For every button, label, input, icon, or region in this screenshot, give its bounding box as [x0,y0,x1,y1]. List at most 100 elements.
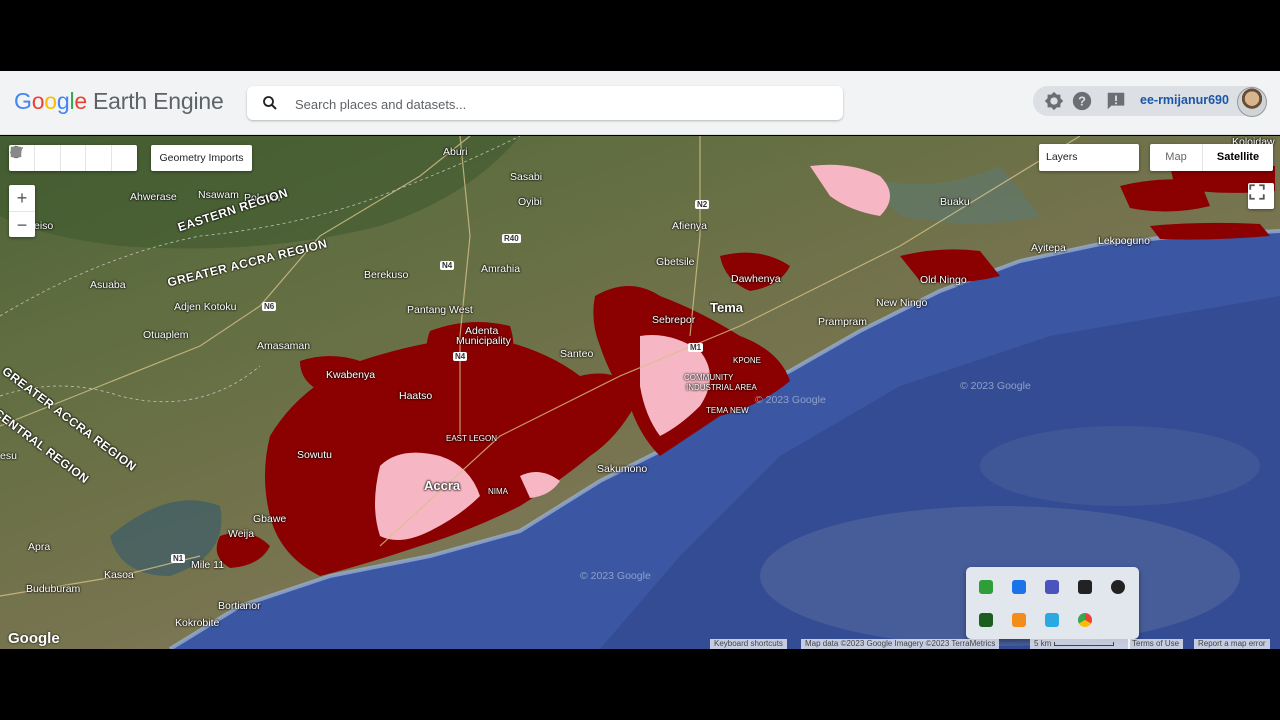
google-logo: Google [8,630,60,647]
brightness-icon[interactable] [1043,90,1065,112]
map-label: Berekuso [364,269,409,281]
map-label: EAST LEGON [446,434,497,443]
zoom-out-button[interactable]: − [9,212,35,238]
scale-label: 5 km [1034,639,1052,648]
avatar[interactable] [1237,87,1267,117]
map-label: Amasaman [257,340,311,352]
search-icon [263,96,277,110]
road-shield: M1 [688,343,704,352]
marker-icon[interactable] [11,145,61,171]
app-orange-icon[interactable] [1012,613,1026,627]
username[interactable]: ee-rmijanur690 [1140,93,1229,107]
map-label: Sebrepor [652,314,696,326]
map-label: Buaku [940,196,970,208]
map-label: Otuaplem [143,329,189,341]
rectangle-icon[interactable] [10,145,137,171]
map-label: COMMUNITY [684,373,734,382]
feedback-icon[interactable] [1105,90,1127,112]
map-label: Asuaba [90,279,126,291]
header: GoogleEarth Engine ? ee-rmijanur690 [0,71,1280,205]
map-label: Kasoa [104,569,134,581]
search-box[interactable] [247,86,843,122]
map-label: Dawhenya [731,273,781,285]
map-label: Ayitepa [1031,242,1066,254]
user-bar: ? ee-rmijanur690 [1033,86,1267,117]
map-watermark: © 2023 Google [580,570,651,582]
map-label: Amrahia [481,263,521,275]
security-shield-icon[interactable] [979,580,993,594]
map-label: KPONE [733,356,762,365]
scale-line [1053,641,1114,646]
map-label: Aburi [443,146,468,158]
road-shield: N2 [695,200,710,209]
map-data-attribution: Map data ©2023 Google Imagery ©2023 Terr… [801,639,1000,649]
map-type-satellite-button[interactable]: Satellite [1203,144,1273,171]
road-shield: R40 [502,234,521,243]
map-label: Mile 11 [191,559,225,571]
zoom-control: + − [9,185,35,237]
map-label: Sowutu [297,449,333,461]
chrome-icon[interactable] [1078,613,1092,627]
map-label: Lekpoguno [1098,235,1150,247]
letterbox-top [0,0,1280,71]
map-label: esu [0,450,17,462]
map-watermark: © 2023 Google [755,394,826,406]
terms-of-use-link[interactable]: Terms of Use [1128,639,1184,649]
teams-icon[interactable] [1045,580,1059,594]
geometry-imports-button[interactable]: Geometry Imports [151,145,252,171]
map-label: Sasabi [510,171,543,183]
help-icon[interactable]: ? [1071,90,1093,112]
fullscreen-icon [1249,184,1265,200]
map-label: eiso [34,220,54,232]
scale-bar[interactable]: 5 km [1030,639,1130,649]
earth-engine-logo[interactable]: Google Earth Engine [14,88,224,115]
road-shield: N1 [171,554,186,563]
map-label: Buduburam [26,583,81,595]
road-shield: N4 [440,261,455,270]
terminal-icon[interactable] [1078,580,1092,594]
map-label: Weija [228,528,255,540]
map-label: Gbetsile [656,256,695,268]
report-map-error-link[interactable]: Report a map error [1194,639,1270,649]
nvidia-icon[interactable] [979,613,993,627]
map-label: Apra [28,541,51,553]
search-input[interactable] [293,86,827,122]
map-label: Municipality [456,335,511,347]
skype-icon[interactable] [1045,613,1059,627]
map-label: Ahwerase [130,191,177,203]
polygon-icon[interactable] [11,145,113,171]
zoom-in-button[interactable]: + [9,185,35,212]
map-label: TEMA NEW [706,406,749,415]
system-tray-popup [966,567,1139,639]
map-label: Bortianor [218,600,261,612]
road-shield: N4 [453,352,468,361]
map-label: Prampram [818,316,868,328]
map-label: Pantang West [407,304,473,316]
layers-button[interactable]: Layers [1039,144,1139,171]
map-label: Gbawe [253,513,287,525]
map-label: Afienya [672,220,708,232]
map-label: Kokrobite [175,617,220,629]
svg-text:?: ? [1078,94,1086,109]
map-label: Santeo [560,348,594,360]
map-label: Adjen Kotoku [174,301,237,313]
road-shield: N6 [262,302,277,311]
map-label: Sakumono [597,463,648,475]
github-icon[interactable] [1111,580,1125,594]
map-label: Old Ningo [920,274,967,286]
map-type-map-button[interactable]: Map [1150,144,1203,171]
map-label: INDUSTRIAL AREA [686,383,757,392]
map-canvas[interactable]: Aburi Koloidaw Sasabi Ahwerase Nsawam Po… [0,136,1280,649]
map-label: Haatso [399,390,433,402]
line-icon[interactable] [10,145,87,171]
defender-icon[interactable] [1012,580,1026,594]
drawing-toolbar [9,145,137,171]
map-label: Tema [710,300,743,315]
fullscreen-button[interactable] [1248,183,1274,209]
keyboard-shortcuts-link[interactable]: Keyboard shortcuts [710,639,787,649]
map-label: New Ningo [876,297,928,309]
map-label: NIMA [488,487,508,496]
letterbox-bottom [0,649,1280,720]
map-label: Kwabenya [326,369,376,381]
map-label: Nsawam [198,189,239,201]
